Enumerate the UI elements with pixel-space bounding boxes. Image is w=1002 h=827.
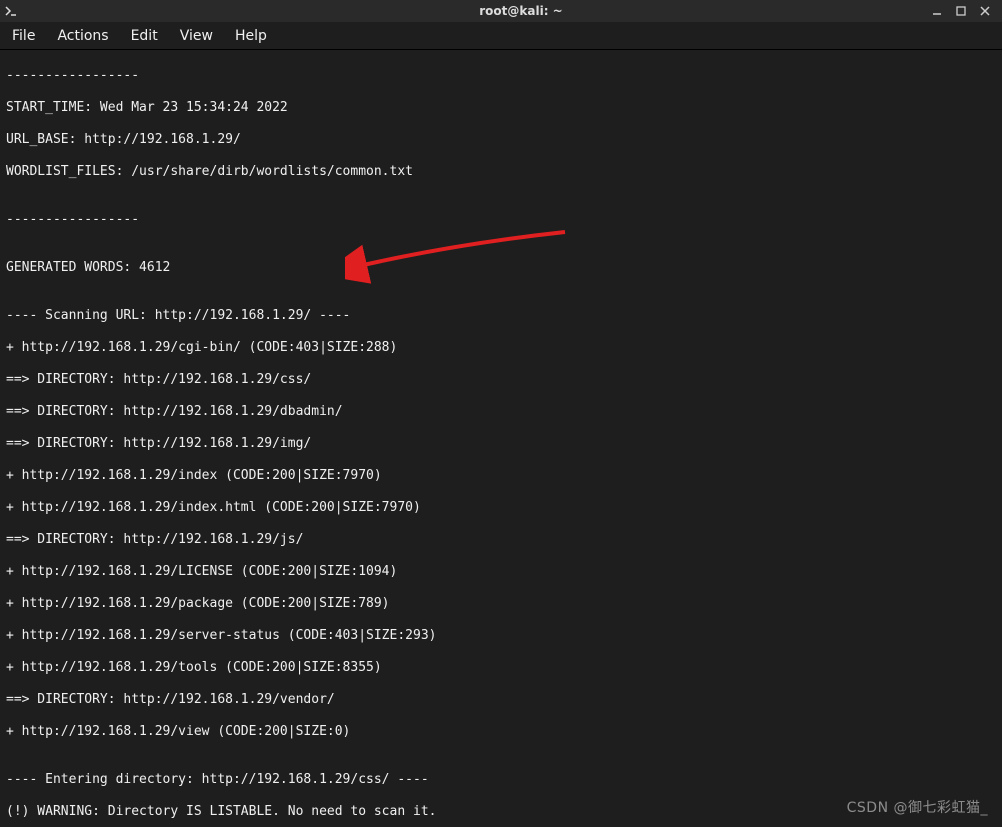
output-line: ---- Entering directory: http://192.168.…: [6, 772, 996, 788]
output-line: + http://192.168.1.29/cgi-bin/ (CODE:403…: [6, 340, 996, 356]
menu-edit[interactable]: Edit: [131, 28, 158, 44]
output-line: + http://192.168.1.29/tools (CODE:200|SI…: [6, 660, 996, 676]
window-title-right: root@kali: ~: [479, 4, 562, 18]
close-icon[interactable]: [978, 4, 992, 18]
output-line: START_TIME: Wed Mar 23 15:34:24 2022: [6, 100, 996, 116]
output-line: + http://192.168.1.29/index (CODE:200|SI…: [6, 468, 996, 484]
window-titlebar[interactable]: root@kali: ~: [0, 0, 1002, 22]
maximize-icon[interactable]: [954, 4, 968, 18]
menu-view[interactable]: View: [180, 28, 213, 44]
output-line: WORDLIST_FILES: /usr/share/dirb/wordlist…: [6, 164, 996, 180]
menubar: File Actions Edit View Help: [0, 22, 1002, 50]
output-line: ==> DIRECTORY: http://192.168.1.29/img/: [6, 436, 996, 452]
output-line: + http://192.168.1.29/view (CODE:200|SIZ…: [6, 724, 996, 740]
output-line: ==> DIRECTORY: http://192.168.1.29/vendo…: [6, 692, 996, 708]
output-line: + http://192.168.1.29/package (CODE:200|…: [6, 596, 996, 612]
output-line: + http://192.168.1.29/server-status (COD…: [6, 628, 996, 644]
output-line: GENERATED WORDS: 4612: [6, 260, 996, 276]
output-line: ==> DIRECTORY: http://192.168.1.29/dbadm…: [6, 404, 996, 420]
output-line: -----------------: [6, 68, 996, 84]
watermark-text: CSDN @御七彩虹猫_: [847, 797, 988, 817]
output-line: ==> DIRECTORY: http://192.168.1.29/js/: [6, 532, 996, 548]
menu-help[interactable]: Help: [235, 28, 267, 44]
minimize-icon[interactable]: [930, 4, 944, 18]
menu-actions[interactable]: Actions: [57, 28, 108, 44]
output-line: + http://192.168.1.29/LICENSE (CODE:200|…: [6, 564, 996, 580]
menu-file[interactable]: File: [12, 28, 35, 44]
terminal-prompt-icon: [0, 0, 22, 22]
output-line: -----------------: [6, 212, 996, 228]
output-line: ---- Scanning URL: http://192.168.1.29/ …: [6, 308, 996, 324]
output-line: URL_BASE: http://192.168.1.29/: [6, 132, 996, 148]
output-line: + http://192.168.1.29/index.html (CODE:2…: [6, 500, 996, 516]
output-line: ==> DIRECTORY: http://192.168.1.29/css/: [6, 372, 996, 388]
terminal-output[interactable]: ----------------- START_TIME: Wed Mar 23…: [0, 50, 1002, 827]
